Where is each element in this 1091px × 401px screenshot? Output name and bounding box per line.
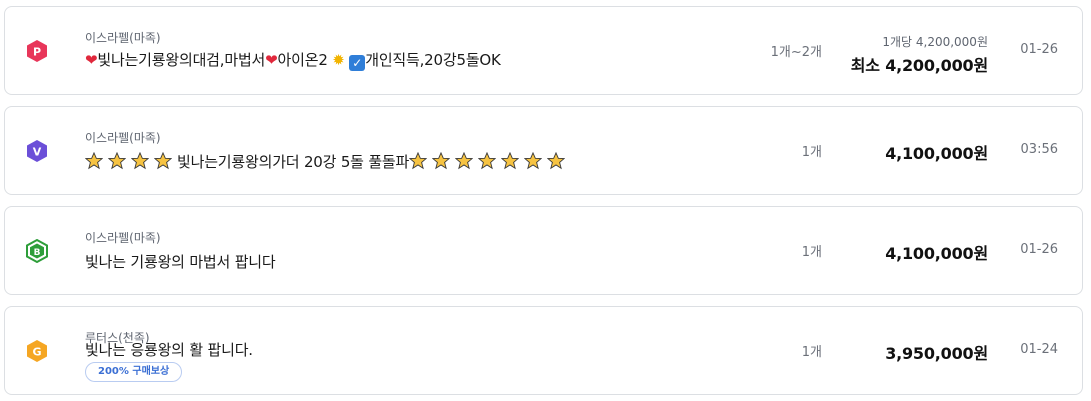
listing-date: 01-26	[1020, 42, 1058, 57]
listing-title: 빛나는 응룡왕의 활 팝니다.	[85, 341, 253, 359]
star-icon	[547, 152, 566, 170]
sun-icon: ✹	[332, 51, 345, 69]
server-badge-g-icon: G	[25, 339, 49, 363]
star-icon	[455, 152, 474, 170]
listing-row[interactable]: P 이스라펠(마족) ❤빛나는기룡왕의대검,마법서❤아이온2 ✹ ✓ 개인직득,2…	[4, 6, 1083, 95]
star-icon	[501, 152, 520, 170]
listing-row[interactable]: G 루터스(천족) 빛나는 응룡왕의 활 팝니다. 200% 구매보상 1개 3…	[4, 306, 1083, 395]
quantity: 1개~2개	[770, 45, 822, 60]
star-icon	[154, 152, 172, 170]
check-box-icon: ✓	[349, 55, 366, 71]
server-name: 이스라펠(마족)	[85, 231, 161, 245]
svg-text:B: B	[34, 248, 41, 258]
star-icon	[85, 152, 103, 170]
server-name: 이스라펠(마족)	[85, 131, 161, 145]
server-badge-b-icon: B	[25, 239, 49, 263]
server-badge-p-icon: P	[25, 39, 49, 63]
heart-icon: ❤	[85, 51, 98, 69]
star-icon	[524, 152, 543, 170]
price: 최소 4,200,000원	[850, 56, 988, 75]
listing-date: 03:56	[1020, 142, 1058, 157]
price: 4,100,000원	[885, 244, 988, 263]
server-name: 이스라펠(마족)	[85, 31, 161, 45]
listing-row[interactable]: V 이스라펠(마족) 빛나는기룡왕의가더 20강 5돌 풀돌파 1개 4,100…	[4, 106, 1083, 195]
server-badge-v-icon: V	[25, 139, 49, 163]
svg-text:G: G	[32, 346, 41, 359]
star-icon	[131, 152, 149, 170]
quantity: 1개	[801, 245, 822, 260]
purchase-reward-badge: 200% 구매보상	[85, 362, 183, 382]
price: 3,950,000원	[885, 344, 988, 363]
unit-price: 1개당 4,200,000원	[882, 35, 988, 49]
star-icon	[409, 152, 428, 170]
listing-title: 빛나는기룡왕의가더 20강 5돌 풀돌파	[85, 151, 570, 172]
listing-title: ❤빛나는기룡왕의대검,마법서❤아이온2 ✹ ✓ 개인직득,20강5돌OK	[85, 51, 501, 71]
star-icon	[432, 152, 451, 170]
quantity: 1개	[801, 345, 822, 360]
heart-icon: ❤	[265, 51, 278, 69]
star-icon	[478, 152, 497, 170]
price: 4,100,000원	[885, 144, 988, 163]
listing-date: 01-26	[1020, 242, 1058, 257]
svg-text:P: P	[33, 46, 41, 59]
star-icon	[108, 152, 126, 170]
listing-list: P 이스라펠(마족) ❤빛나는기룡왕의대검,마법서❤아이온2 ✹ ✓ 개인직득,2…	[0, 0, 1091, 401]
listing-date: 01-24	[1020, 342, 1058, 357]
svg-text:V: V	[33, 146, 42, 159]
quantity: 1개	[801, 145, 822, 160]
listing-title: 빛나는 기룡왕의 마법서 팝니다	[85, 253, 276, 271]
listing-row[interactable]: B 이스라펠(마족) 빛나는 기룡왕의 마법서 팝니다 1개 4,100,000…	[4, 206, 1083, 295]
